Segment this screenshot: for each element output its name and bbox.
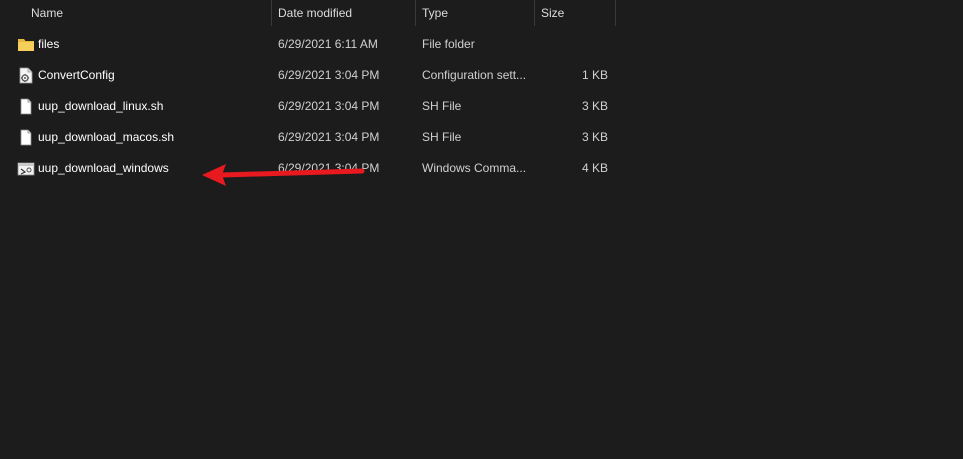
file-size [541,29,608,60]
document-icon [20,98,32,115]
file-type: SH File [422,99,462,113]
column-header-type[interactable]: Type [416,0,534,26]
file-name: files [38,37,60,51]
file-date: 6/29/2021 6:11 AM [278,37,378,51]
file-type: Windows Comma... [422,161,527,175]
file-row-uup-download-macos[interactable]: uup_download_macos.sh 6/29/2021 3:04 PM … [0,122,615,153]
file-date: 6/29/2021 3:04 PM [278,99,380,113]
file-size: 3 KB [581,99,608,113]
file-name: uup_download_linux.sh [38,99,164,113]
folder-icon [18,39,34,51]
column-header-date-modified[interactable]: Date modified [272,0,415,26]
file-explorer: ⌃ Name Date modified Type Size files 6/2… [0,0,963,459]
file-row-convertconfig[interactable]: ConvertConfig 6/29/2021 3:04 PM Configur… [0,60,615,91]
file-type: File folder [422,37,475,51]
file-row-uup-download-linux[interactable]: uup_download_linux.sh 6/29/2021 3:04 PM … [0,91,615,122]
file-date: 6/29/2021 3:04 PM [278,130,380,144]
file-date: 6/29/2021 3:04 PM [278,161,380,175]
file-size: 1 KB [581,68,608,82]
file-size: 3 KB [581,130,608,144]
file-row-files[interactable]: files 6/29/2021 6:11 AM File folder [0,29,615,60]
column-header-bar: ⌃ Name Date modified Type Size [0,0,963,26]
column-header-name[interactable]: Name [25,0,270,26]
document-icon [20,129,32,146]
cmd-file-icon [17,162,35,176]
file-name: ConvertConfig [38,68,115,82]
config-file-icon [19,67,33,84]
file-name: uup_download_macos.sh [38,130,175,144]
file-type: SH File [422,130,462,144]
file-row-uup-download-windows[interactable]: uup_download_windows 6/29/2021 3:04 PM W… [0,153,615,184]
file-name: uup_download_windows [38,161,169,175]
column-header-size[interactable]: Size [535,0,615,26]
file-size: 4 KB [581,161,608,175]
file-date: 6/29/2021 3:04 PM [278,68,380,82]
column-divider[interactable] [615,0,616,26]
file-type: Configuration sett... [422,68,527,82]
